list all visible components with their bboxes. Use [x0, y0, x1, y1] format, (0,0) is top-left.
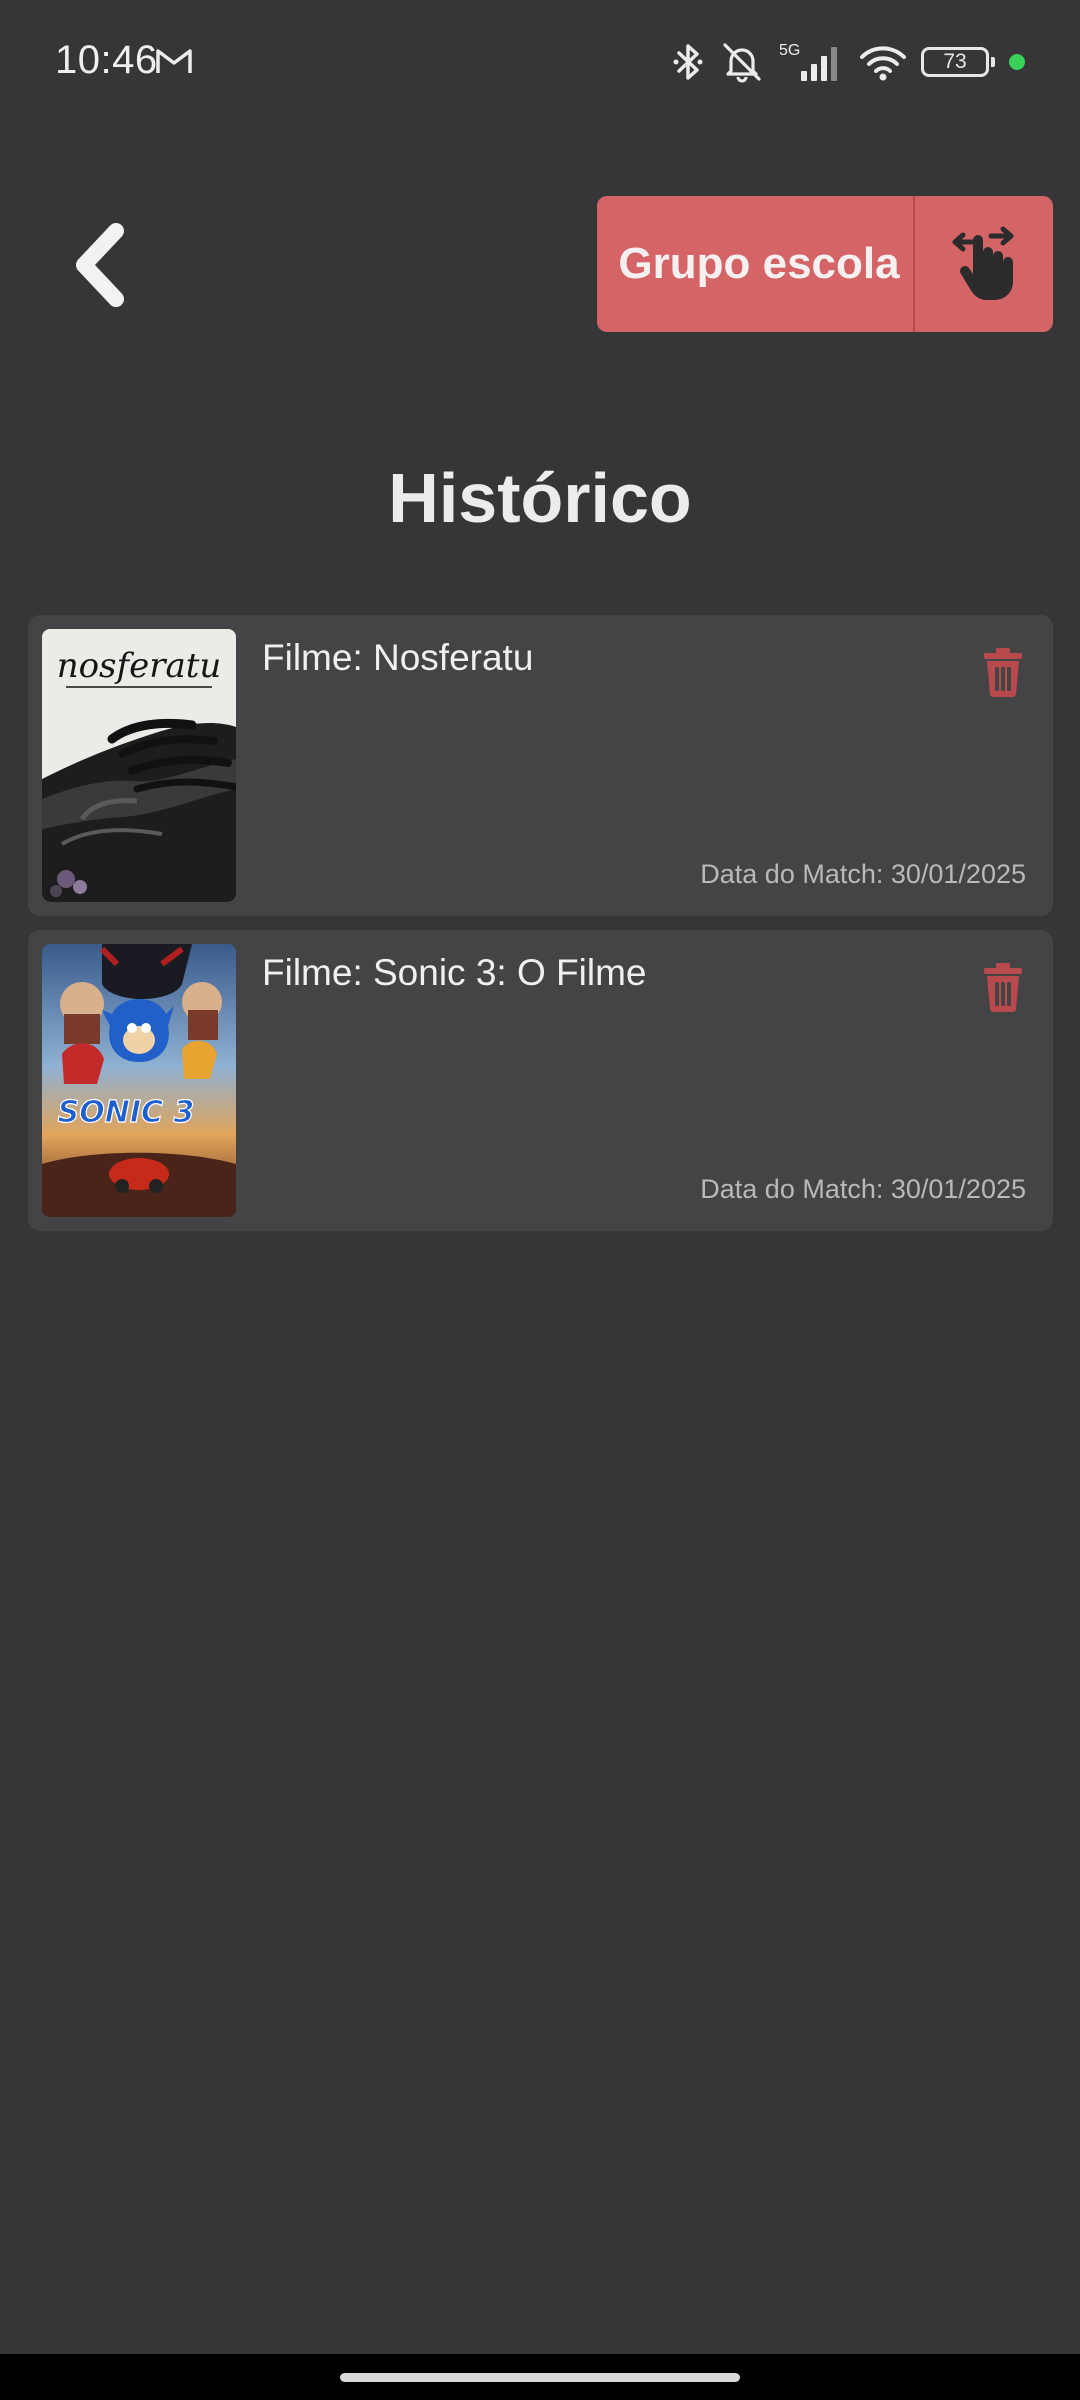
- wifi-icon: [860, 46, 906, 81]
- privacy-indicator-dot: [1009, 54, 1025, 70]
- trash-icon: [984, 963, 1022, 1012]
- match-date: Data do Match: 30/01/2025: [700, 1174, 1026, 1204]
- history-card[interactable]: SONIC 3 Filme: Sonic 3: O Filme Data do …: [28, 930, 1053, 1231]
- status-bar: 10:46 5G 73: [0, 0, 1080, 125]
- status-time: 10:46: [55, 38, 158, 82]
- battery-level: 73: [943, 50, 967, 73]
- signal-icon: 5G: [779, 42, 837, 81]
- group-button-label: Grupo escola: [618, 239, 900, 288]
- nosferatu-poster-image: nosferatu: [42, 629, 236, 902]
- delete-button[interactable]: [975, 956, 1031, 1018]
- home-indicator[interactable]: [340, 2373, 740, 2382]
- switch-group-button[interactable]: [915, 196, 1053, 332]
- movie-poster: SONIC 3: [42, 944, 236, 1217]
- bluetooth-icon: [673, 44, 703, 80]
- back-button[interactable]: [60, 215, 140, 315]
- movie-poster: nosferatu: [42, 629, 236, 902]
- trash-icon: [984, 648, 1022, 697]
- swipe-hand-icon: [952, 226, 1014, 301]
- group-button[interactable]: Grupo escola: [597, 196, 1053, 332]
- history-card[interactable]: nosferatu Filme: Nosferatu Data do Match…: [28, 615, 1053, 916]
- navigation-bar: [0, 2354, 1080, 2400]
- sonic-poster-image: SONIC 3: [42, 944, 236, 1217]
- poster-title: nosferatu: [57, 646, 222, 686]
- gmail-icon: [156, 49, 192, 73]
- movie-title: Filme: Nosferatu: [262, 637, 534, 678]
- status-icons: 5G 73: [671, 38, 1025, 86]
- chevron-left-icon: [76, 223, 124, 307]
- mute-icon: [723, 43, 761, 83]
- network-type-label: 5G: [779, 42, 800, 59]
- movie-title: Filme: Sonic 3: O Filme: [262, 952, 647, 993]
- history-list: nosferatu Filme: Nosferatu Data do Match…: [28, 615, 1053, 1245]
- battery-icon: 73: [921, 47, 995, 77]
- poster-title: SONIC 3: [58, 1095, 195, 1130]
- page-title: Histórico: [388, 459, 692, 537]
- delete-button[interactable]: [975, 641, 1031, 703]
- match-date: Data do Match: 30/01/2025: [700, 859, 1026, 889]
